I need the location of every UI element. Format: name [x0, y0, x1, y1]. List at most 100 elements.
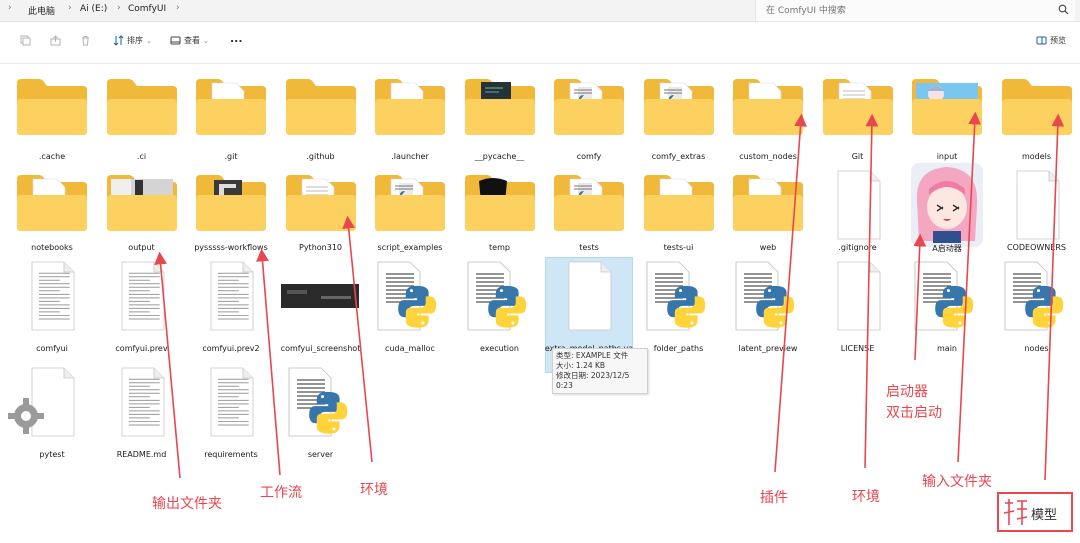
folder-icon — [189, 169, 273, 239]
folder-icon — [100, 73, 184, 143]
document-icon — [995, 169, 1079, 240]
python-file-icon — [368, 260, 452, 331]
item-label: __pycache__ — [474, 152, 525, 161]
view-icon — [170, 36, 181, 45]
item-label: comfyui.prev — [115, 344, 168, 353]
document-icon — [10, 260, 94, 331]
annotation-python-env: 环境 — [360, 482, 388, 498]
chevron-down-icon: ⌄ — [146, 36, 152, 45]
copy-button[interactable] — [20, 35, 31, 46]
image-file-icon — [279, 260, 363, 330]
item-label: server — [307, 450, 334, 459]
item-label: script_examples — [377, 243, 443, 252]
chevron-right-icon: › — [117, 3, 121, 13]
preview-pane-icon — [1036, 36, 1047, 45]
share-icon — [50, 35, 61, 46]
breadcrumb-drive[interactable]: Ai (E:) — [80, 4, 107, 14]
breadcrumb-comfyui[interactable]: ComfyUI — [128, 4, 166, 14]
preview-label: 预览 — [1050, 36, 1066, 45]
python-file-icon — [995, 260, 1079, 331]
item-label: temp — [489, 243, 510, 252]
annotation-plugins: 插件 — [760, 490, 788, 506]
item-label: tests — [579, 243, 599, 252]
folder-icon — [368, 73, 452, 143]
tooltip-type: 类型: EXAMPLE 文件 — [556, 351, 629, 360]
python-file-icon — [458, 260, 542, 331]
item-label: latent_preview — [738, 344, 798, 353]
folder-icon — [726, 169, 810, 239]
document-icon — [816, 169, 900, 240]
trash-icon — [82, 36, 89, 46]
view-label: 查看 — [184, 36, 200, 45]
item-label: custom_nodes — [739, 152, 797, 161]
folder-icon — [10, 73, 94, 143]
chevron-right-icon: › — [176, 3, 180, 13]
annotation-launcher: 启动器 — [886, 384, 928, 400]
search-input[interactable] — [766, 4, 1056, 18]
folder-icon — [547, 73, 631, 143]
app-icon — [905, 163, 989, 247]
item-label: LICENSE — [840, 344, 875, 353]
item-label: cuda_malloc — [385, 344, 435, 353]
search-box[interactable] — [755, 0, 1075, 21]
item-label: CODEOWNERS — [1007, 243, 1066, 252]
sort-label: 排序 — [127, 36, 143, 45]
file-tooltip: 类型: EXAMPLE 文件 大小: 1.24 KB 修改日期: 2023/12… — [552, 348, 648, 394]
breadcrumb-this-pc[interactable]: 此电脑 — [28, 4, 55, 17]
item-label: README.md — [116, 450, 167, 459]
python-file-icon — [279, 366, 363, 437]
folder-icon — [100, 169, 184, 239]
folder-icon — [10, 169, 94, 239]
chevron-right-icon: › — [68, 3, 72, 13]
item-label: pytest — [39, 450, 65, 459]
sort-button[interactable]: 排序 ⌄ — [113, 35, 152, 46]
address-bar[interactable]: › 此电脑 › Ai (E:) › ComfyUI › — [0, 0, 1080, 22]
annotation-input: 输入文件夹 — [922, 474, 992, 490]
item-label: tests-ui — [663, 243, 694, 252]
item-label: comfyui.prev2 — [202, 344, 260, 353]
item-label: .ci — [136, 152, 147, 161]
more-options-button[interactable]: ... — [230, 32, 243, 45]
tooltip-size: 大小: 1.24 KB — [556, 361, 606, 370]
item-label: nodes — [1024, 344, 1049, 353]
python-file-icon — [905, 260, 989, 331]
folder-icon — [726, 73, 810, 143]
annotation-double-click: 双击启动 — [886, 405, 942, 421]
item-label: Git — [851, 152, 864, 161]
preview-pane-button[interactable]: 预览 — [1036, 35, 1066, 46]
document-icon — [100, 260, 184, 331]
item-label: requirements — [204, 450, 258, 459]
folder-icon — [637, 169, 721, 239]
delete-button[interactable] — [80, 35, 91, 46]
document-icon — [100, 366, 184, 437]
settings-file-icon — [8, 366, 94, 437]
item-label: .git — [224, 152, 238, 161]
share-button[interactable] — [50, 35, 61, 46]
item-label: notebooks — [31, 243, 73, 252]
document-icon — [189, 260, 273, 331]
python-file-icon — [726, 260, 810, 331]
annotation-git-env: 环境 — [852, 489, 880, 505]
watermark-logo: 模型 — [997, 492, 1073, 532]
folder-icon — [279, 169, 363, 239]
item-label: web — [759, 243, 777, 252]
item-label: input — [936, 152, 958, 161]
item-label: comfyui_screenshot — [280, 344, 361, 353]
folder-icon — [368, 169, 452, 239]
folder-icon — [995, 73, 1079, 143]
command-bar: 排序 ⌄ 查看 ⌄ ... 预览 — [0, 22, 1080, 64]
item-label: execution — [480, 344, 519, 353]
item-label: comfy_extras — [651, 152, 706, 161]
chevron-right-icon: › — [8, 3, 12, 13]
view-button[interactable]: 查看 ⌄ — [170, 35, 209, 46]
folder-icon — [189, 73, 273, 143]
folder-icon — [279, 73, 363, 143]
annotation-models: 模型 — [1031, 508, 1058, 523]
item-label: .cache — [38, 152, 66, 161]
item-label: A启动器 — [932, 244, 962, 253]
search-icon[interactable] — [1058, 4, 1069, 15]
folder-icon — [458, 169, 542, 239]
item-label: .github — [306, 152, 335, 161]
document-icon — [189, 366, 273, 437]
item-label: models — [1021, 152, 1052, 161]
